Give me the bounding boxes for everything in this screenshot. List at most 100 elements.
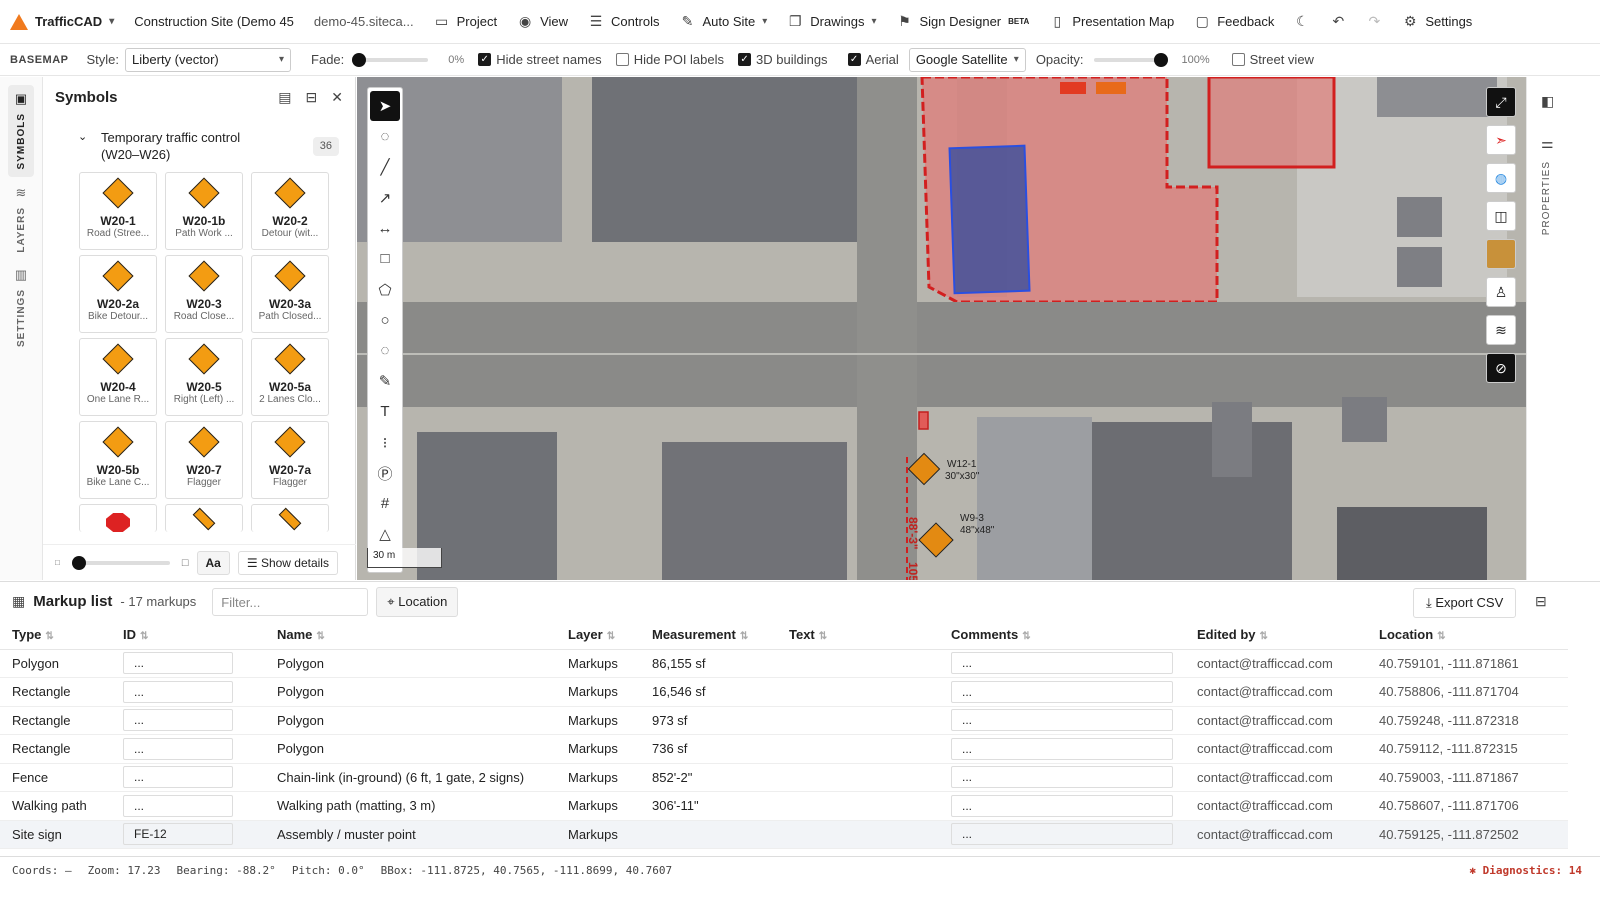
- table-row[interactable]: Fence... Chain-link (in-ground) (6 ft, 1 …: [0, 763, 1568, 792]
- dock-icon[interactable]: ▤: [278, 89, 291, 106]
- collapse-panel-icon[interactable]: ⊟: [1535, 593, 1547, 610]
- map-canvas[interactable]: 88'-3" 105 W12-1 30"x30" W9-3 48"x48": [357, 77, 1526, 580]
- table-row[interactable]: Rectangle... Polygon Markups 16,546 sf... co…: [0, 677, 1568, 707]
- table-row[interactable]: Polygon... Polygon Markups 86,155 sf... cont…: [0, 649, 1568, 678]
- column-header-type[interactable]: Type ⇅: [0, 621, 111, 650]
- grid-tool[interactable]: #: [370, 489, 400, 519]
- nav-presentation-map[interactable]: ▯ Presentation Map: [1039, 0, 1184, 44]
- comments-input[interactable]: ...: [951, 737, 1173, 760]
- opacity-slider-knob[interactable]: [1153, 52, 1168, 67]
- symbol-card[interactable]: [251, 504, 329, 532]
- symbol-card[interactable]: W20-3a Path Closed...: [251, 255, 329, 333]
- id-input[interactable]: ...: [123, 794, 233, 817]
- pencil-tool[interactable]: ✎: [370, 366, 400, 396]
- collapse-icon[interactable]: ⊟: [306, 89, 318, 106]
- basemap-thumbnail-button[interactable]: [1486, 239, 1516, 269]
- symbol-card[interactable]: W20-2 Detour (wit...: [251, 172, 329, 250]
- column-header-location[interactable]: Location ⇅: [1367, 621, 1568, 650]
- symbol-group-header[interactable]: ⌄ Temporary traffic control (W20–W26) 36: [78, 129, 339, 163]
- comments-input[interactable]: ...: [951, 680, 1173, 703]
- comments-input[interactable]: ...: [951, 652, 1173, 675]
- rail-tab-layers[interactable]: ≋ LAYERS: [8, 185, 34, 253]
- panel-toggle-icon[interactable]: ◧: [1541, 93, 1554, 110]
- properties-icon[interactable]: ⚌: [1541, 135, 1554, 152]
- aerial-map[interactable]: 88'-3" 105 W12-1 30"x30" W9-3 48"x48": [357, 77, 1526, 580]
- select-tool[interactable]: ➤: [370, 91, 400, 121]
- staging-area-rectangle[interactable]: [948, 144, 1031, 295]
- sign-marker[interactable]: [918, 411, 929, 430]
- symbol-card[interactable]: W20-5b Bike Lane C...: [79, 421, 157, 499]
- symbol-card[interactable]: W20-3 Road Close...: [165, 255, 243, 333]
- column-header-edited-by[interactable]: Edited by ⇅: [1185, 621, 1367, 650]
- redo-button[interactable]: ↷: [1356, 0, 1392, 44]
- street-view-button[interactable]: ♙: [1486, 277, 1516, 307]
- column-header-text[interactable]: Text ⇅: [777, 621, 939, 650]
- symbol-card[interactable]: W20-1 Road (Stree...: [79, 172, 157, 250]
- symbol-card[interactable]: W20-5 Right (Left) ...: [165, 338, 243, 416]
- comments-input[interactable]: ...: [951, 709, 1173, 732]
- rail-tab-settings[interactable]: ▥ SETTINGS: [8, 267, 34, 347]
- text-toggle-button[interactable]: Aa: [196, 550, 230, 575]
- column-header-id[interactable]: ID ⇅: [111, 621, 265, 650]
- nav-drawings[interactable]: ❐ Drawings ▾: [777, 0, 886, 44]
- hide-poi-labels-checkbox[interactable]: Hide POI labels: [615, 52, 724, 67]
- lasso-tool[interactable]: ◌: [370, 122, 400, 152]
- symbol-card[interactable]: [79, 504, 157, 532]
- undo-button[interactable]: ↶: [1320, 0, 1356, 44]
- column-header-comments[interactable]: Comments ⇅: [939, 621, 1185, 650]
- style-select[interactable]: Liberty (vector) ▾: [125, 47, 292, 72]
- rectangle-tool[interactable]: □: [370, 244, 400, 274]
- id-input[interactable]: ...: [123, 709, 233, 732]
- id-input[interactable]: ...: [123, 737, 233, 760]
- split-view-button[interactable]: ◫: [1486, 201, 1516, 231]
- nav-controls[interactable]: ☰ Controls: [578, 0, 669, 44]
- globe-button[interactable]: ◍: [1486, 163, 1516, 193]
- show-details-button[interactable]: ☰ Show details: [237, 550, 338, 575]
- 3d-buildings-checkbox[interactable]: ✓ 3D buildings: [738, 52, 828, 67]
- nav-auto-site[interactable]: ✎ Auto Site ▾: [669, 0, 777, 44]
- fade-slider[interactable]: [352, 52, 429, 67]
- vertex-tool[interactable]: △: [370, 519, 400, 549]
- theme-toggle[interactable]: ☾: [1284, 0, 1320, 44]
- symbol-card[interactable]: W20-5a 2 Lanes Clo...: [251, 338, 329, 416]
- id-input[interactable]: ...: [123, 766, 233, 789]
- properties-tab[interactable]: PROPERTIES: [1541, 161, 1552, 235]
- line-tool[interactable]: ╱: [370, 152, 400, 182]
- circle-tool[interactable]: ○: [370, 305, 400, 335]
- app-logo[interactable]: TrafficCAD ▾: [0, 0, 124, 44]
- snap-button[interactable]: ⊘: [1486, 353, 1516, 383]
- symbol-card[interactable]: W20-4 One Lane R...: [79, 338, 157, 416]
- street-view-checkbox[interactable]: Street view: [1231, 52, 1314, 67]
- symbol-card[interactable]: W20-1b Path Work ...: [165, 172, 243, 250]
- dashed-circle-tool[interactable]: ◌: [370, 336, 400, 366]
- project-title[interactable]: Construction Site (Demo 45: [124, 0, 304, 44]
- parking-tool[interactable]: Ⓟ: [370, 458, 400, 488]
- opacity-slider[interactable]: [1093, 52, 1168, 67]
- symbol-size-knob[interactable]: [71, 555, 86, 570]
- layers-button[interactable]: ≋: [1486, 315, 1516, 345]
- fade-slider-knob[interactable]: [352, 52, 367, 67]
- symbol-card[interactable]: W20-7 Flagger: [165, 421, 243, 499]
- polygon-tool[interactable]: ⬠: [370, 275, 400, 305]
- comments-input[interactable]: ...: [951, 794, 1173, 817]
- id-input[interactable]: ...: [123, 652, 233, 675]
- export-csv-button[interactable]: ⤓ Export CSV: [1413, 588, 1517, 618]
- column-header-measurement[interactable]: Measurement ⇅: [640, 621, 777, 650]
- nav-sign-designer[interactable]: ⚑ Sign Designer BETA: [886, 0, 1039, 44]
- table-row[interactable]: Walking path... Walking path (matting, 3 …: [0, 791, 1568, 821]
- bracket-tool[interactable]: ⁝: [370, 428, 400, 458]
- table-row[interactable]: Site sign FE-12 Assembly / muster point Mar…: [0, 820, 1568, 849]
- id-input[interactable]: FE-12: [123, 823, 233, 846]
- rail-tab-symbols[interactable]: ▣ SYMBOLS: [8, 85, 34, 178]
- nav-project[interactable]: ▭ Project: [424, 0, 507, 44]
- text-tool[interactable]: T: [370, 397, 400, 427]
- nav-settings[interactable]: ⚙ Settings: [1392, 0, 1482, 44]
- north-arrow-button[interactable]: ➣: [1486, 125, 1516, 155]
- markup-rectangle[interactable]: [1207, 77, 1336, 169]
- measure-tool[interactable]: ↔: [370, 213, 400, 243]
- aerial-checkbox[interactable]: ✓ Aerial: [847, 52, 899, 67]
- symbol-card[interactable]: [165, 504, 243, 532]
- column-header-name[interactable]: Name ⇅: [265, 621, 556, 650]
- column-header-layer[interactable]: Layer ⇅: [556, 621, 640, 650]
- comments-input[interactable]: ...: [951, 823, 1173, 846]
